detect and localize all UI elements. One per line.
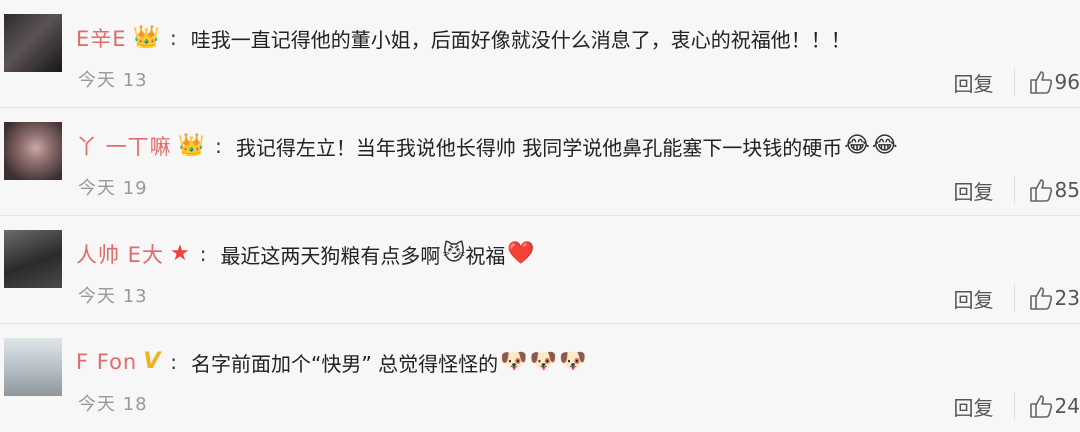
cat-emoji: 😼 <box>442 241 466 266</box>
thumbs-up-icon[interactable] <box>1029 177 1053 203</box>
comment-time: 今天 18 <box>78 394 148 415</box>
thumbs-up-icon[interactable] <box>1029 69 1053 95</box>
comment-actions: 回复 96 <box>954 66 1080 98</box>
like-count: 23 <box>1054 286 1080 310</box>
like-count: 85 <box>1054 178 1080 202</box>
doge-emoji: 🐶 <box>529 349 557 374</box>
divider <box>1013 392 1015 420</box>
avatar[interactable] <box>4 338 62 396</box>
tears-of-joy-emoji: 😂 <box>844 133 870 158</box>
comment-actions: 回复 23 <box>954 282 1080 314</box>
verified-v-icon: V <box>143 349 161 374</box>
like-count: 96 <box>1054 70 1080 94</box>
avatar[interactable] <box>4 14 62 72</box>
divider <box>1013 284 1015 312</box>
comment-time: 今天 19 <box>78 178 148 199</box>
reply-button[interactable]: 回复 <box>954 176 994 205</box>
comment-header: 人帅 E大 ★ : 最近这两天狗粮有点多啊 😼 祝福 ❤️ <box>76 238 535 270</box>
comment-list: E辛E 👑 : 哇我一直记得他的董小姐，后面好像就没什么消息了，衷心的祝福他！！… <box>0 0 1080 432</box>
star-icon: ★ <box>169 241 190 266</box>
comment-header: E辛E 👑 : 哇我一直记得他的董小姐，后面好像就没什么消息了，衷心的祝福他！！… <box>76 22 851 54</box>
comment-text: 我记得左立！当年我说他长得帅 我同学说他鼻孔能塞下一块钱的硬币 <box>235 135 843 160</box>
doge-emoji: 🐶 <box>500 349 528 374</box>
comment-text-continued: 祝福 <box>465 243 506 268</box>
avatar[interactable] <box>4 122 62 180</box>
reply-button[interactable]: 回复 <box>954 392 994 421</box>
red-heart-emoji: ❤️ <box>507 241 535 266</box>
colon: : <box>199 242 207 266</box>
crown-icon: 👑 <box>177 133 206 158</box>
reply-button[interactable]: 回复 <box>954 284 994 313</box>
thumbs-up-icon[interactable] <box>1029 285 1053 311</box>
colon: : <box>215 134 222 158</box>
comment-time: 今天 13 <box>78 70 148 91</box>
comment-item: 丫 一丅嘛 👑 : 我记得左立！当年我说他长得帅 我同学说他鼻孔能塞下一块钱的硬… <box>0 108 1080 216</box>
comment-text: 哇我一直记得他的董小姐，后面好像就没什么消息了，衷心的祝福他！！！ <box>190 27 851 52</box>
avatar[interactable] <box>4 230 62 288</box>
comment-text: 名字前面加个“快男” 总觉得怪怪的 <box>191 351 499 376</box>
comment-time: 今天 13 <box>78 286 148 307</box>
thumbs-up-icon[interactable] <box>1029 393 1053 419</box>
reply-button[interactable]: 回复 <box>954 68 994 97</box>
comment-header: 丫 一丅嘛 👑 : 我记得左立！当年我说他长得帅 我同学说他鼻孔能塞下一块钱的硬… <box>76 130 898 162</box>
username[interactable]: 人帅 E大 <box>76 239 164 269</box>
comment-item: 人帅 E大 ★ : 最近这两天狗粮有点多啊 😼 祝福 ❤️ 今天 13 回复 2… <box>0 216 1080 324</box>
comment-header: F Fon V : 名字前面加个“快男” 总觉得怪怪的 🐶 🐶 🐶 <box>76 346 586 378</box>
comment-text: 最近这两天狗粮有点多啊 <box>220 243 441 268</box>
colon: : <box>169 26 177 50</box>
crown-icon: 👑 <box>132 25 160 50</box>
username[interactable]: F Fon <box>76 350 137 374</box>
colon: : <box>170 350 178 374</box>
username[interactable]: E辛E <box>76 23 127 53</box>
comment-item: F Fon V : 名字前面加个“快男” 总觉得怪怪的 🐶 🐶 🐶 今天 18 … <box>0 324 1080 432</box>
username[interactable]: 丫 一丅嘛 <box>76 131 172 161</box>
like-count: 24 <box>1054 394 1080 418</box>
tears-of-joy-emoji: 😂 <box>871 133 898 158</box>
comment-actions: 回复 24 <box>954 390 1080 422</box>
comment-actions: 回复 85 <box>954 174 1080 206</box>
divider <box>1013 176 1015 204</box>
doge-emoji: 🐶 <box>558 349 587 374</box>
divider <box>1013 68 1015 96</box>
comment-item: E辛E 👑 : 哇我一直记得他的董小姐，后面好像就没什么消息了，衷心的祝福他！！… <box>0 0 1080 108</box>
